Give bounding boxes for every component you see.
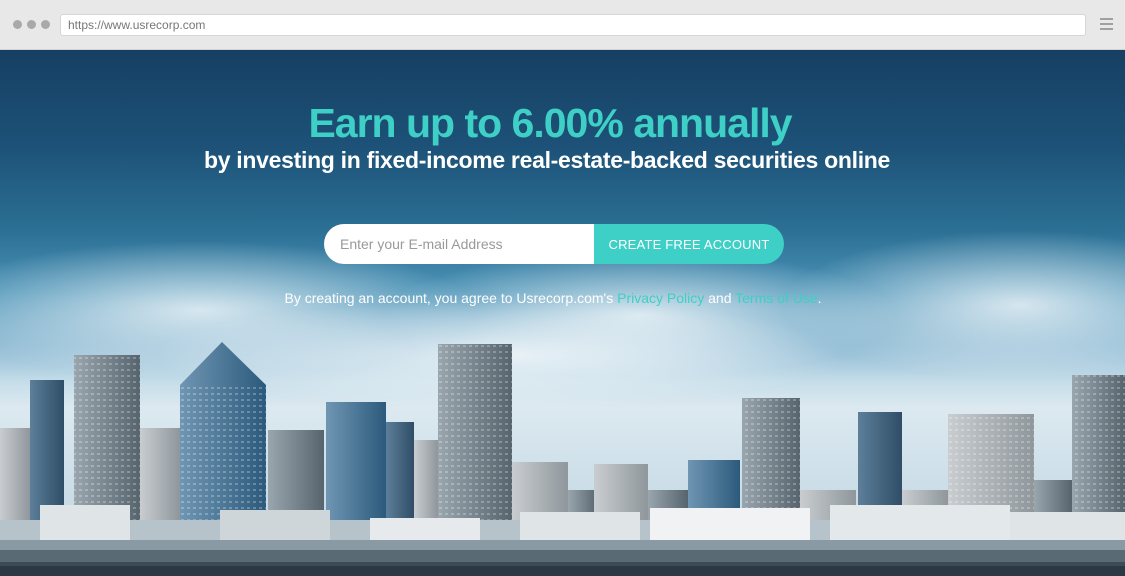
window-dot-icon[interactable] — [41, 20, 50, 29]
window-dot-icon[interactable] — [27, 20, 36, 29]
legal-suffix: . — [817, 290, 822, 306]
signup-form: CREATE FREE ACCOUNT — [324, 224, 784, 264]
window-controls — [13, 20, 50, 29]
privacy-policy-link[interactable]: Privacy Policy — [617, 290, 704, 306]
footer-strip — [0, 566, 1125, 576]
create-free-account-button[interactable]: CREATE FREE ACCOUNT — [594, 224, 784, 264]
window-dot-icon[interactable] — [13, 20, 22, 29]
hero-headline: Earn up to 6.00% annually — [308, 100, 792, 146]
email-input[interactable] — [324, 224, 594, 264]
legal-notice: By creating an account, you agree to Usr… — [0, 290, 1106, 306]
hamburger-menu-icon[interactable] — [1100, 18, 1113, 33]
browser-toolbar: https://www.usrecorp.com — [0, 0, 1125, 50]
legal-prefix: By creating an account, you agree to Usr… — [284, 290, 618, 306]
address-bar[interactable]: https://www.usrecorp.com — [60, 14, 1086, 36]
legal-and: and — [704, 290, 736, 306]
hero-subheadline: by investing in fixed-income real-estate… — [203, 147, 891, 173]
terms-of-use-link[interactable]: Terms of Use — [735, 290, 817, 306]
